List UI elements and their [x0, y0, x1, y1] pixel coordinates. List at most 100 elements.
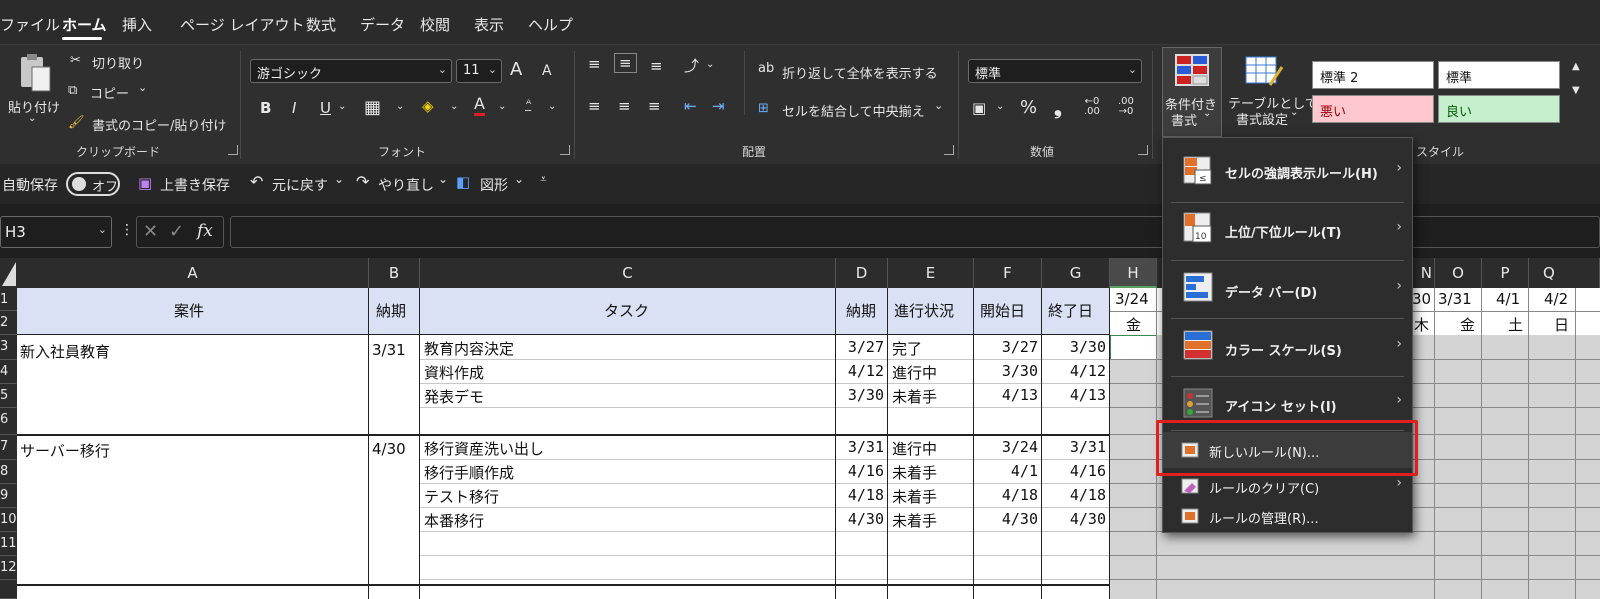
task-cell-status[interactable]: 未着手: [892, 510, 937, 531]
task-cell-end[interactable]: 4/13: [1070, 386, 1106, 404]
task-cell-due[interactable]: 3/27: [848, 338, 884, 356]
menu-item-manage-rules[interactable]: ルールの管理(R)...: [1163, 502, 1412, 532]
paste-chevron-icon[interactable]: ⌄: [28, 113, 36, 124]
font-color-chevron-icon[interactable]: ⌄: [498, 101, 506, 112]
task-cell-due[interactable]: 3/30: [848, 386, 884, 404]
style-scroll-down-icon[interactable]: ▼: [1572, 85, 1580, 96]
task-cell-end[interactable]: 4/16: [1070, 462, 1106, 480]
project-name[interactable]: サーバー移行: [20, 440, 110, 461]
row-header-11[interactable]: 11: [0, 532, 17, 556]
percent-button[interactable]: %: [1020, 97, 1037, 118]
cut-button[interactable]: 切り取り: [92, 53, 144, 72]
format-painter-icon[interactable]: 🖌: [68, 115, 85, 130]
number-launcher-icon[interactable]: [1138, 145, 1148, 155]
decrease-decimal-icon[interactable]: .00 →0: [1118, 97, 1134, 117]
task-cell-end[interactable]: 3/31: [1070, 438, 1106, 456]
task-cell-task[interactable]: 資料作成: [424, 362, 484, 383]
menu-item-highlight-rules[interactable]: ≤ セルの強調表示ルール(H) ›: [1163, 146, 1412, 200]
italic-button[interactable]: I: [292, 99, 296, 117]
wrap-text-button[interactable]: 折り返して全体を表示する: [782, 63, 938, 82]
format-painter-button[interactable]: 書式のコピー/貼り付け: [92, 115, 226, 134]
task-cell-status[interactable]: 進行中: [892, 362, 937, 383]
project-name[interactable]: 新入社員教育: [20, 341, 110, 362]
phonetic-icon[interactable]: ᴬ̲: [526, 97, 531, 111]
tab-data[interactable]: データ: [360, 14, 405, 35]
task-cell-start[interactable]: 4/30: [1002, 510, 1038, 528]
wrap-text-icon[interactable]: ab: [758, 61, 774, 76]
undo-chevron-icon[interactable]: ⌄: [334, 172, 344, 186]
redo-button[interactable]: やり直し: [378, 175, 434, 195]
menu-item-color-scales[interactable]: カラー スケール(S) ›: [1163, 320, 1412, 376]
merge-chevron-icon[interactable]: ⌄: [934, 99, 943, 112]
task-cell-start[interactable]: 3/27: [1002, 338, 1038, 356]
shapes-chevron-icon[interactable]: ⌄: [514, 172, 524, 186]
merge-icon[interactable]: ⊞: [758, 101, 769, 116]
style-good[interactable]: 良い: [1438, 95, 1560, 123]
column-header-h[interactable]: H: [1110, 258, 1157, 288]
clipboard-launcher-icon[interactable]: [228, 145, 238, 155]
day-h[interactable]: 金: [1126, 314, 1141, 335]
grow-font-button[interactable]: A: [510, 59, 522, 80]
align-middle-icon[interactable]: ≡: [614, 53, 637, 73]
align-bottom-icon[interactable]: ≡: [650, 57, 663, 75]
redo-chevron-icon[interactable]: ⌄: [438, 172, 448, 186]
column-header-g[interactable]: G: [1042, 258, 1110, 288]
task-cell-status[interactable]: 未着手: [892, 462, 937, 483]
task-cell-due[interactable]: 4/30: [848, 510, 884, 528]
copy-chevron-icon[interactable]: ⌄: [138, 81, 147, 94]
orientation-chevron-icon[interactable]: ⌄: [706, 59, 714, 70]
column-header-e[interactable]: E: [888, 258, 974, 288]
column-header-p[interactable]: P: [1482, 258, 1529, 288]
row-header-7[interactable]: 7: [0, 435, 17, 460]
tab-review[interactable]: 校閲: [420, 14, 450, 35]
task-cell-start[interactable]: 4/13: [1002, 386, 1038, 404]
style-normal[interactable]: 標準: [1438, 61, 1560, 89]
font-name-select[interactable]: 游ゴシック ⌄: [250, 59, 452, 83]
font-color-icon[interactable]: A: [474, 95, 485, 116]
increase-indent-icon[interactable]: ⇥: [712, 97, 725, 115]
font-size-select[interactable]: 11 ⌄: [456, 59, 502, 83]
save-icon[interactable]: ▣: [138, 174, 152, 192]
tab-file[interactable]: ファイル: [0, 14, 60, 35]
date-h[interactable]: 3/24: [1115, 290, 1149, 308]
task-cell-start[interactable]: 4/1: [1011, 462, 1038, 480]
fill-chevron-icon[interactable]: ⌄: [450, 101, 458, 112]
menu-item-data-bars[interactable]: データ バー(D) ›: [1163, 262, 1412, 318]
tab-home[interactable]: ホーム: [62, 14, 107, 35]
name-box[interactable]: H3 ⌄: [0, 216, 112, 248]
task-cell-status[interactable]: 未着手: [892, 386, 937, 407]
insert-function-icon[interactable]: fx: [197, 221, 213, 241]
more-options-icon[interactable]: ⋮: [120, 222, 134, 238]
row-header-10[interactable]: 10: [0, 508, 17, 532]
tab-page-layout[interactable]: ページ レイアウト: [180, 14, 304, 35]
header-project[interactable]: 案件: [174, 300, 204, 321]
currency-icon[interactable]: ▣: [972, 99, 986, 117]
row-header-13[interactable]: [0, 580, 17, 599]
date-q[interactable]: 4/2: [1544, 290, 1568, 308]
tab-help[interactable]: ヘルプ: [528, 14, 573, 35]
task-cell-end[interactable]: 3/30: [1070, 338, 1106, 356]
task-cell-task[interactable]: 教育内容決定: [424, 338, 514, 359]
task-cell-task[interactable]: テスト移行: [424, 486, 499, 507]
row-header-8[interactable]: 8: [0, 460, 17, 484]
copy-button[interactable]: コピー: [90, 83, 129, 102]
task-cell-due[interactable]: 4/16: [848, 462, 884, 480]
project-due[interactable]: 3/31: [372, 341, 406, 359]
phonetic-chevron-icon[interactable]: ⌄: [548, 101, 556, 112]
column-header-o[interactable]: O: [1435, 258, 1482, 288]
task-cell-due[interactable]: 4/12: [848, 362, 884, 380]
header-task-due[interactable]: 納期: [846, 300, 876, 321]
column-header-c[interactable]: C: [420, 258, 836, 288]
task-cell-status[interactable]: 未着手: [892, 486, 937, 507]
date-o[interactable]: 3/31: [1438, 290, 1472, 308]
date-n[interactable]: 30: [1412, 290, 1431, 308]
autosave-toggle[interactable]: オフ: [66, 172, 120, 196]
orientation-icon[interactable]: ⤴: [684, 55, 699, 76]
header-due[interactable]: 納期: [376, 300, 406, 321]
task-cell-status[interactable]: 進行中: [892, 438, 937, 459]
row-header-12[interactable]: 12: [0, 556, 17, 580]
align-top-icon[interactable]: ≡: [588, 55, 601, 73]
select-all-corner[interactable]: [0, 258, 17, 288]
cancel-icon[interactable]: ✕: [143, 221, 158, 242]
row-header-3[interactable]: 3: [0, 335, 17, 360]
